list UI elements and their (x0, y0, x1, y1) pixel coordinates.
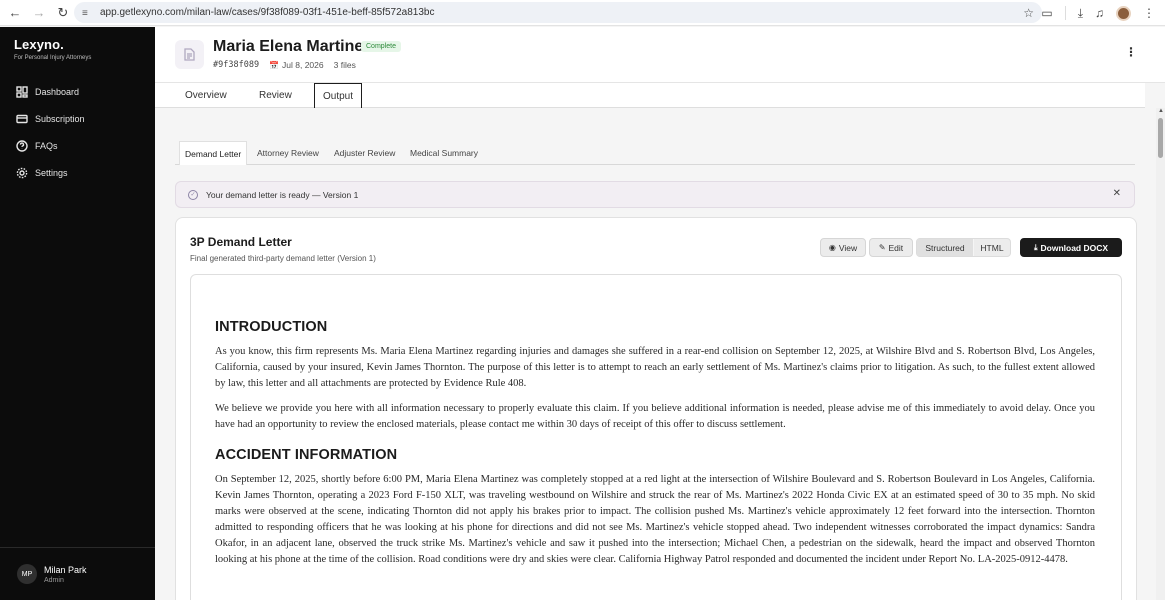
card-icon (16, 114, 28, 123)
card-subtitle: Final generated third-party demand lette… (190, 254, 376, 263)
gear-icon (16, 167, 28, 178)
media-icon[interactable]: ♫ (1095, 6, 1104, 20)
brand-tagline: For Personal Injury Attorneys (14, 55, 92, 61)
user-role: Admin (44, 576, 64, 584)
view-button[interactable]: ◉ View (820, 238, 866, 257)
format-toggle: Structured HTML (916, 238, 1011, 257)
paragraph: As you know, this firm represents Ms. Ma… (215, 346, 1095, 389)
scroll-up-icon[interactable]: ▲ (1157, 108, 1165, 116)
alert-message: Your demand letter is ready — Version 1 (206, 189, 359, 200)
sidebar-item-dashboard[interactable]: Dashboard (0, 78, 155, 105)
sidebar-item-label: Settings (35, 167, 68, 178)
tab-overview[interactable]: Overview (185, 83, 227, 108)
extensions-icon[interactable]: ▭ (1041, 6, 1052, 20)
bookmark-star-icon[interactable]: ☆ (1023, 6, 1034, 20)
sidebar-item-settings[interactable]: Settings (0, 159, 155, 186)
paragraph: On September 12, 2025, shortly before 6:… (215, 474, 1095, 565)
letter-preview: INTRODUCTION As you know, this firm repr… (190, 274, 1122, 600)
user-profile[interactable]: MP Milan Park Admin (0, 547, 155, 600)
reload-icon[interactable]: ↻ (52, 2, 74, 24)
sidebar-item-label: Dashboard (35, 86, 80, 97)
scrollbar-thumb[interactable] (1158, 118, 1163, 158)
paragraph: We believe we provide you here with all … (215, 403, 1095, 430)
demand-letter-card: 3P Demand Letter Final generated third-p… (175, 217, 1137, 600)
case-date: 📅 Jul 8, 2026 (269, 60, 324, 70)
case-id: #9f38f089 (213, 60, 260, 70)
browser-toolbar: ← → ↻ ≡ app.getlexyno.com/milan-law/case… (0, 0, 1165, 26)
pencil-icon: ✎ (878, 243, 886, 252)
sidebar-item-label: FAQs (35, 140, 58, 151)
letter-body: INTRODUCTION As you know, this firm repr… (215, 319, 1095, 577)
sidebar-item-faqs[interactable]: FAQs (0, 132, 155, 159)
user-name: Milan Park (44, 564, 87, 575)
tab-adjuster-review[interactable]: Adjuster Review (334, 141, 395, 165)
case-header: Maria Elena Martinez Complete #9f38f089 … (155, 27, 1165, 83)
more-options-icon[interactable]: ⋮ (1125, 45, 1137, 59)
status-badge: Complete (361, 41, 401, 52)
browser-menu-icon[interactable]: ⋮ (1143, 6, 1155, 20)
document-icon (175, 40, 204, 69)
download-button-label: Download DOCX (1040, 242, 1109, 253)
brand[interactable]: Lexyno. For Personal Injury Attorneys (14, 37, 91, 61)
page-title: Maria Elena Martinez (213, 38, 372, 55)
scrollbar[interactable] (1156, 108, 1165, 600)
profile-avatar[interactable] (1116, 5, 1131, 21)
avatar: MP (17, 564, 37, 584)
file-count: 3 files (333, 60, 356, 70)
edit-button-label: Edit (888, 242, 904, 253)
download-icon[interactable]: ⤓ (1078, 6, 1083, 21)
section-heading-introduction: INTRODUCTION (215, 319, 328, 335)
check-circle-icon: ✓ (188, 189, 198, 200)
edit-button[interactable]: ✎ Edit (869, 238, 913, 257)
html-toggle[interactable]: HTML (973, 239, 1010, 256)
case-meta: #9f38f089 📅 Jul 8, 2026 3 files (213, 60, 356, 70)
case-date-text: Jul 8, 2026 (282, 60, 324, 70)
output-panel: Demand Letter Attorney Review Adjuster R… (155, 109, 1157, 600)
structured-toggle[interactable]: Structured (917, 239, 973, 256)
sidebar-nav: Dashboard Subscription FAQs Settings (0, 78, 155, 186)
tab-review[interactable]: Review (259, 83, 292, 108)
ready-alert: ✓ Your demand letter is ready — Version … (175, 181, 1135, 208)
sidebar-item-subscription[interactable]: Subscription (0, 105, 155, 132)
toolbar-divider (1064, 6, 1066, 20)
output-subtabs: Demand Letter Attorney Review Adjuster R… (175, 141, 1135, 165)
close-icon[interactable]: ✕ (1113, 188, 1121, 199)
dashboard-icon (16, 85, 28, 98)
sidebar: Lexyno. For Personal Injury Attorneys Da… (0, 27, 155, 600)
url-text: app.getlexyno.com/milan-law/cases/9f38f0… (100, 7, 435, 18)
section-heading-accident: ACCIDENT INFORMATION (215, 447, 398, 463)
address-bar[interactable]: ≡ app.getlexyno.com/milan-law/cases/9f38… (74, 2, 1042, 23)
help-icon (16, 139, 28, 152)
main-area: Maria Elena Martinez Complete #9f38f089 … (155, 27, 1165, 600)
calendar-icon: 📅 (269, 61, 280, 70)
forward-icon[interactable]: → (28, 2, 50, 24)
view-button-label: View (838, 242, 858, 253)
site-settings-icon[interactable]: ≡ (82, 8, 94, 19)
back-icon[interactable]: ← (4, 2, 26, 24)
tab-demand-letter[interactable]: Demand Letter (179, 141, 248, 165)
card-title: 3P Demand Letter (190, 235, 292, 249)
sidebar-item-label: Subscription (35, 113, 85, 124)
download-icon: ⤓ (1033, 242, 1038, 252)
tab-output[interactable]: Output (314, 83, 363, 108)
eye-icon: ◉ (828, 243, 836, 252)
case-tabs: Overview Review Output (155, 83, 1145, 108)
tab-attorney-review[interactable]: Attorney Review (257, 141, 319, 165)
brand-logo: Lexyno. (14, 37, 64, 52)
download-docx-button[interactable]: ⤓ Download DOCX (1020, 238, 1122, 257)
tab-medical-summary[interactable]: Medical Summary (410, 141, 478, 165)
